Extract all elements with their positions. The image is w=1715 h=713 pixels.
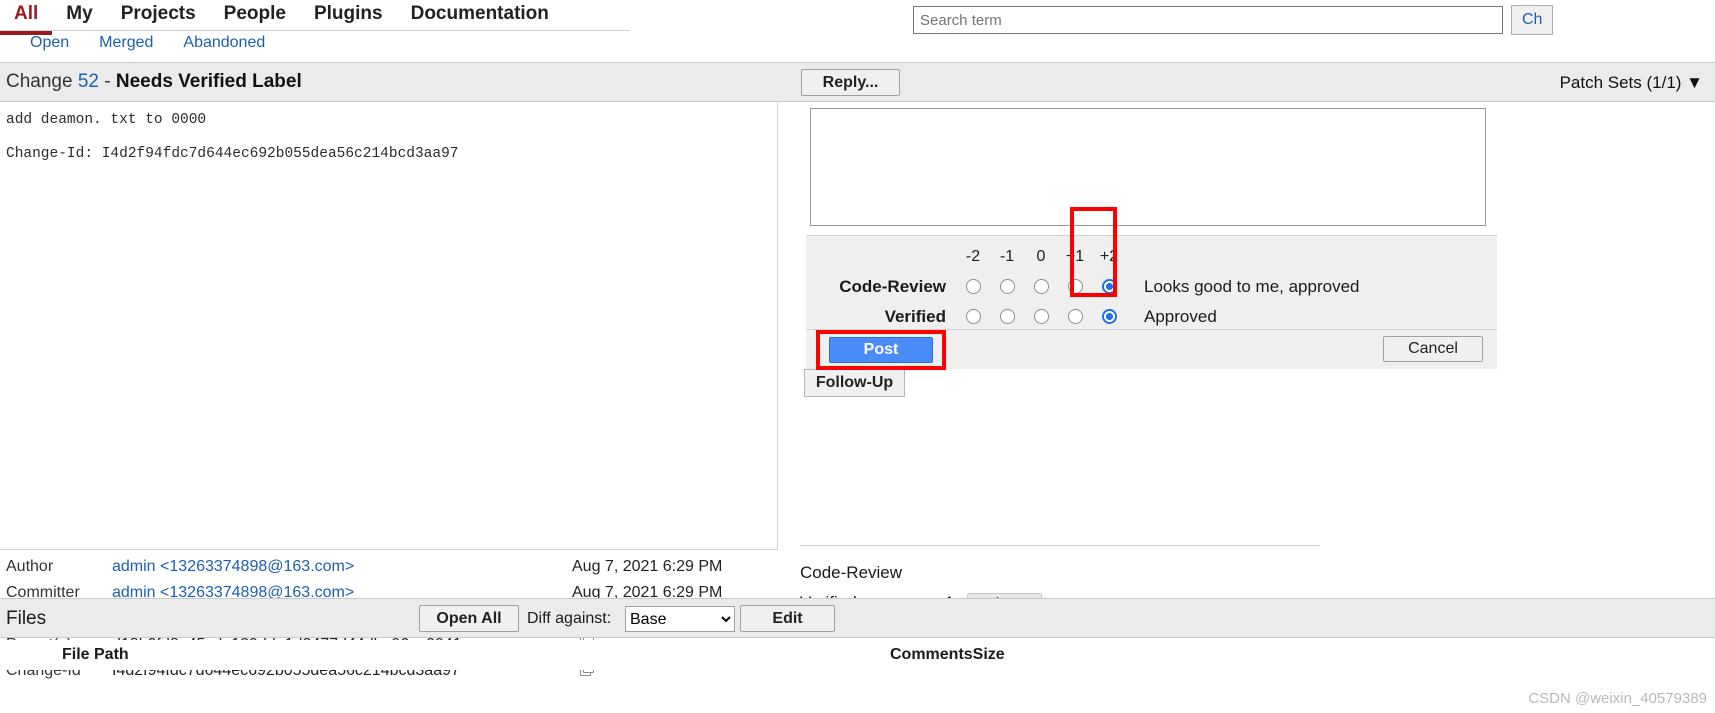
radio-verified-zero[interactable] [1033, 309, 1049, 325]
commit-spacer [6, 130, 777, 144]
vote-header-row: -2 -1 0 +1 +2 [806, 242, 1497, 272]
vote-table: -2 -1 0 +1 +2 Code-Review Looks good to … [806, 235, 1497, 336]
radio-code-review-plus2[interactable] [1101, 279, 1117, 295]
label-name-code-review: Code-Review [800, 563, 903, 582]
radio-verified-minus2[interactable] [965, 309, 981, 325]
reply-comment-textarea[interactable] [810, 108, 1486, 226]
vote-cell [990, 308, 1024, 326]
top-navigation-bar: All My Projects People Plugins Documenta… [0, 0, 1715, 62]
change-separator: - [98, 71, 116, 92]
diff-against-select[interactable]: Base [625, 606, 735, 632]
files-toolbar: Files Open All Diff against: Base Edit [0, 598, 1715, 638]
vote-column-plus2: +2 [1099, 248, 1119, 265]
radio-verified-plus2[interactable] [1101, 309, 1117, 325]
vote-column-plus1: +1 [1065, 248, 1085, 265]
search-area: Ch [913, 5, 1554, 35]
change-header-bar: Change 52 - Needs Verified Label Reply..… [0, 62, 1715, 102]
vote-row-code-review: Code-Review Looks good to me, approved [806, 272, 1497, 302]
change-number[interactable]: 52 [78, 71, 99, 92]
vote-description-verified: Approved [1144, 307, 1217, 326]
metadata-date-author: Aug 7, 2021 6:29 PM [572, 558, 723, 575]
vote-column-minus1: -1 [999, 248, 1015, 265]
vote-cell [956, 278, 990, 296]
tab-documentation[interactable]: Documentation [397, 0, 563, 31]
sub-tab-abandoned[interactable]: Abandoned [183, 34, 265, 52]
vote-cell [1092, 278, 1126, 296]
radio-code-review-plus1[interactable] [1067, 279, 1083, 295]
vote-cell [1024, 308, 1058, 326]
tab-plugins[interactable]: Plugins [300, 0, 397, 31]
vote-description-code-review: Looks good to me, approved [1144, 277, 1360, 296]
change-label: Change [6, 71, 78, 92]
reply-panel: -2 -1 0 +1 +2 Code-Review Looks good to … [795, 102, 1715, 671]
radio-verified-minus1[interactable] [999, 309, 1015, 325]
metadata-key: Author [6, 558, 54, 575]
sub-tab-open[interactable]: Open [30, 34, 69, 52]
diff-against-label: Diff against: [527, 610, 612, 627]
vote-column-zero: 0 [1036, 248, 1046, 265]
vote-cell [1092, 308, 1126, 326]
tab-my[interactable]: My [52, 0, 106, 31]
label-row-code-review: Code-Review [800, 558, 1320, 588]
commit-subject-line: add deamon. txt to 0000 [6, 112, 207, 128]
metadata-value-author[interactable]: admin <13263374898@163.com> [112, 558, 572, 576]
post-button[interactable]: Post [829, 337, 933, 363]
reply-action-bar: Post Cancel [806, 329, 1497, 370]
vote-cell [990, 278, 1024, 296]
patch-sets-dropdown[interactable]: Patch Sets (1/1) ▼ [1560, 73, 1703, 93]
cancel-button[interactable]: Cancel [1383, 336, 1483, 362]
search-input[interactable] [913, 6, 1503, 34]
watermark-text: CSDN @weixin_40579389 [1528, 690, 1707, 707]
changes-button[interactable]: Ch [1511, 5, 1554, 35]
follow-up-button[interactable]: Follow-Up [804, 369, 905, 397]
column-header-file-path: File Path [62, 646, 129, 663]
vote-row-label-verified: Verified [884, 307, 946, 326]
main-tab-list: All My Projects People Plugins Documenta… [0, 0, 630, 35]
files-table-header: File Path CommentsSize [0, 640, 1715, 670]
tab-people[interactable]: People [210, 0, 300, 31]
radio-code-review-minus1[interactable] [999, 279, 1015, 295]
vote-cell [956, 308, 990, 326]
vote-column-minus2: -2 [965, 248, 981, 265]
column-header-comments-size: CommentsSize [890, 646, 1005, 663]
commit-message-pane: add deamon. txt to 0000 Change-Id: I4d2f… [0, 102, 778, 550]
radio-verified-plus1[interactable] [1067, 309, 1083, 325]
open-all-button[interactable]: Open All [419, 605, 519, 632]
radio-code-review-zero[interactable] [1033, 279, 1049, 295]
tab-projects[interactable]: Projects [107, 0, 210, 31]
radio-code-review-minus2[interactable] [965, 279, 981, 295]
vote-cell [1024, 278, 1058, 296]
reply-button[interactable]: Reply... [801, 69, 900, 96]
vote-row-label-code-review: Code-Review [839, 277, 946, 296]
metadata-row-author: Author admin <13263374898@163.com> Aug 7… [0, 554, 778, 580]
vote-row-verified: Verified Approved [806, 302, 1497, 332]
tab-all[interactable]: All [0, 0, 53, 35]
edit-button[interactable]: Edit [740, 605, 835, 632]
change-subject: Needs Verified Label [115, 71, 302, 92]
commit-change-id-line: Change-Id: I4d2f94fdc7d644ec692b055dea56… [6, 146, 459, 162]
sub-tab-list: Open Merged Abandoned [30, 34, 265, 52]
vote-cell [1058, 308, 1092, 326]
sub-tab-merged[interactable]: Merged [99, 34, 153, 52]
change-title: Change 52 - Needs Verified Label [6, 71, 302, 93]
change-body: add deamon. txt to 0000 Change-Id: I4d2f… [0, 102, 1715, 679]
files-title: Files [6, 608, 47, 629]
vote-cell [1058, 278, 1092, 296]
